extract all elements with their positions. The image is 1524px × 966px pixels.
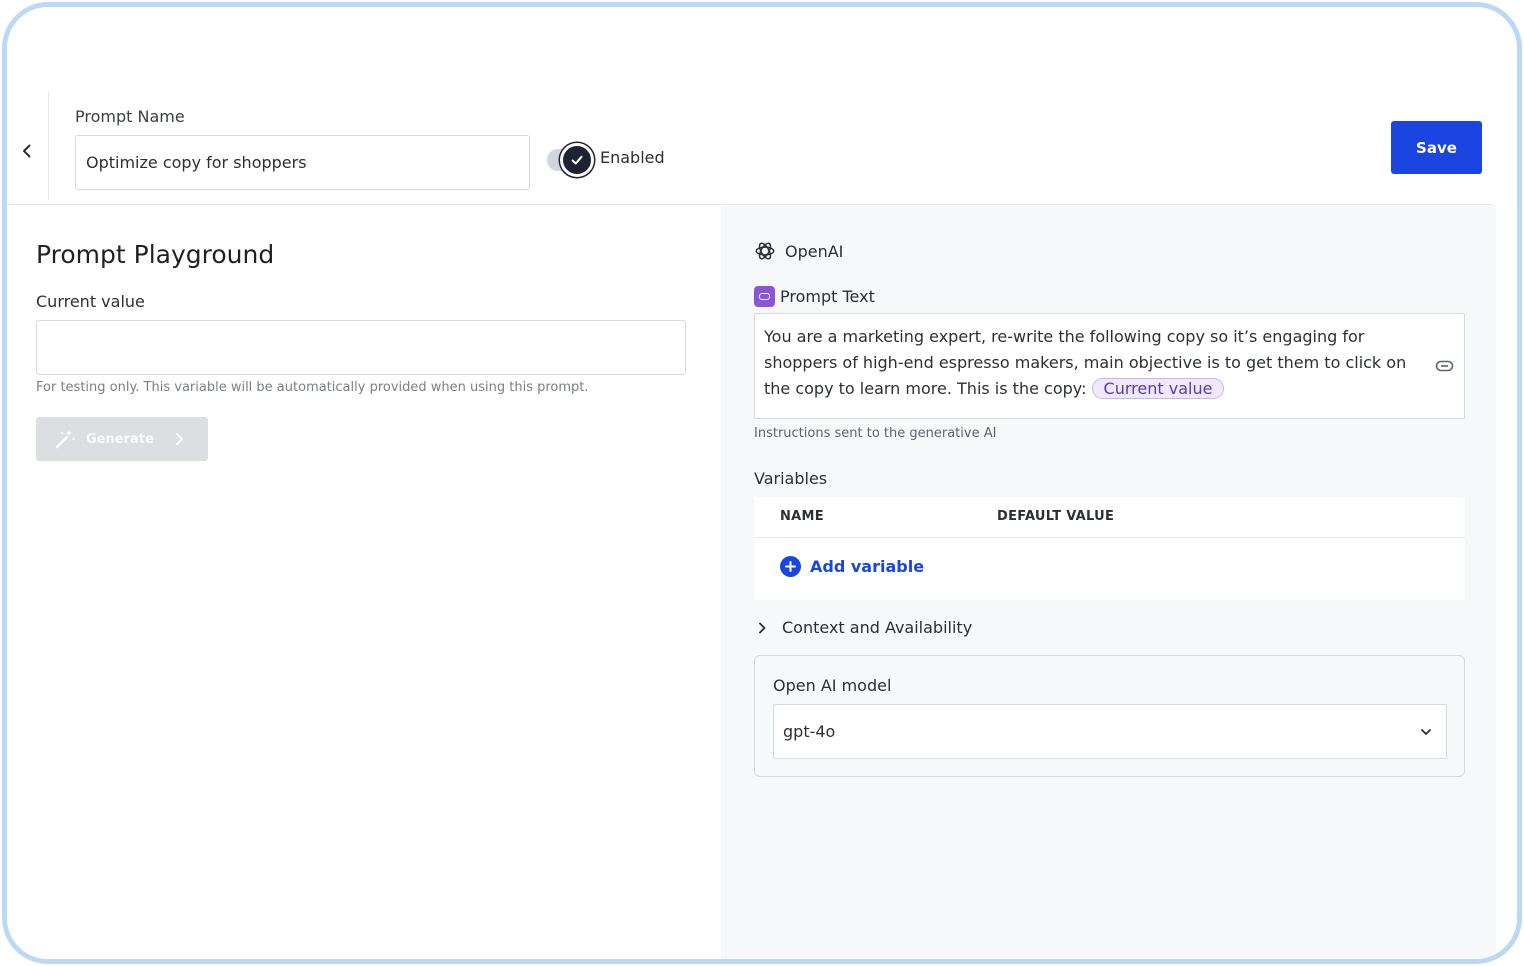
variable-chip-current-value[interactable]: Current value: [1091, 378, 1225, 399]
generate-label: Generate: [86, 431, 154, 447]
prompt-text-icon: [754, 286, 775, 307]
wand-icon: [55, 430, 76, 449]
context-availability-toggle[interactable]: Context and Availability: [757, 618, 972, 637]
enabled-label: Enabled: [600, 148, 665, 167]
check-icon: [571, 155, 583, 165]
generate-button[interactable]: Generate: [36, 417, 208, 461]
link-icon[interactable]: [1435, 360, 1454, 372]
add-variable-button[interactable]: Add variable: [780, 556, 924, 577]
chevron-down-icon: [1421, 729, 1431, 735]
variables-label: Variables: [754, 469, 828, 488]
model-label: Open AI model: [773, 676, 892, 695]
chevron-right-icon: [175, 433, 183, 445]
prompt-config-panel: OpenAI Prompt Text You are a marketing e…: [721, 206, 1496, 959]
openai-logo-icon: [755, 242, 775, 260]
enabled-toggle[interactable]: [547, 143, 597, 177]
context-availability-label: Context and Availability: [782, 618, 973, 637]
provider-label: OpenAI: [785, 241, 844, 261]
chevron-right-icon: [759, 622, 766, 633]
model-selected-value: gpt-4o: [783, 722, 836, 741]
prompt-text-editor[interactable]: You are a marketing expert, re-write the…: [754, 313, 1465, 419]
save-button[interactable]: Save: [1391, 121, 1482, 174]
current-value-label: Current value: [36, 292, 145, 311]
variables-table-header: NAME DEFAULT VALUE: [754, 497, 1465, 538]
header: Prompt Name Enabled Save: [7, 7, 1492, 205]
current-value-input[interactable]: [36, 320, 686, 375]
header-divider: [48, 92, 49, 200]
model-select[interactable]: gpt-4o: [773, 704, 1447, 759]
back-button[interactable]: [11, 135, 43, 167]
prompt-text-instructions: Instructions sent to the generative AI: [754, 426, 997, 441]
playground-panel: Prompt Playground Current value For test…: [7, 206, 721, 959]
provider: OpenAI: [754, 240, 843, 262]
app-frame: Prompt Name Enabled Save Prompt Playgrou…: [2, 2, 1522, 964]
variables-table: NAME DEFAULT VALUE Add variable: [754, 497, 1465, 600]
model-card: Open AI model gpt-4o: [754, 655, 1465, 777]
page-title: Prompt Playground: [36, 240, 275, 269]
prompt-name-input[interactable]: [75, 135, 530, 190]
column-header-default-value: DEFAULT VALUE: [997, 509, 1115, 524]
current-value-help-text: For testing only. This variable will be …: [36, 380, 589, 395]
column-header-name: NAME: [780, 509, 824, 524]
prompt-text-label: Prompt Text: [780, 287, 875, 306]
add-variable-label: Add variable: [810, 557, 925, 576]
plus-icon: [780, 556, 801, 577]
prompt-name-label: Prompt Name: [75, 107, 185, 126]
toggle-knob: [560, 143, 594, 177]
prompt-text-content: You are a marketing expert, re-write the…: [764, 327, 1407, 398]
prompt-text-heading: Prompt Text: [754, 286, 875, 307]
chevron-left-icon: [23, 144, 31, 158]
